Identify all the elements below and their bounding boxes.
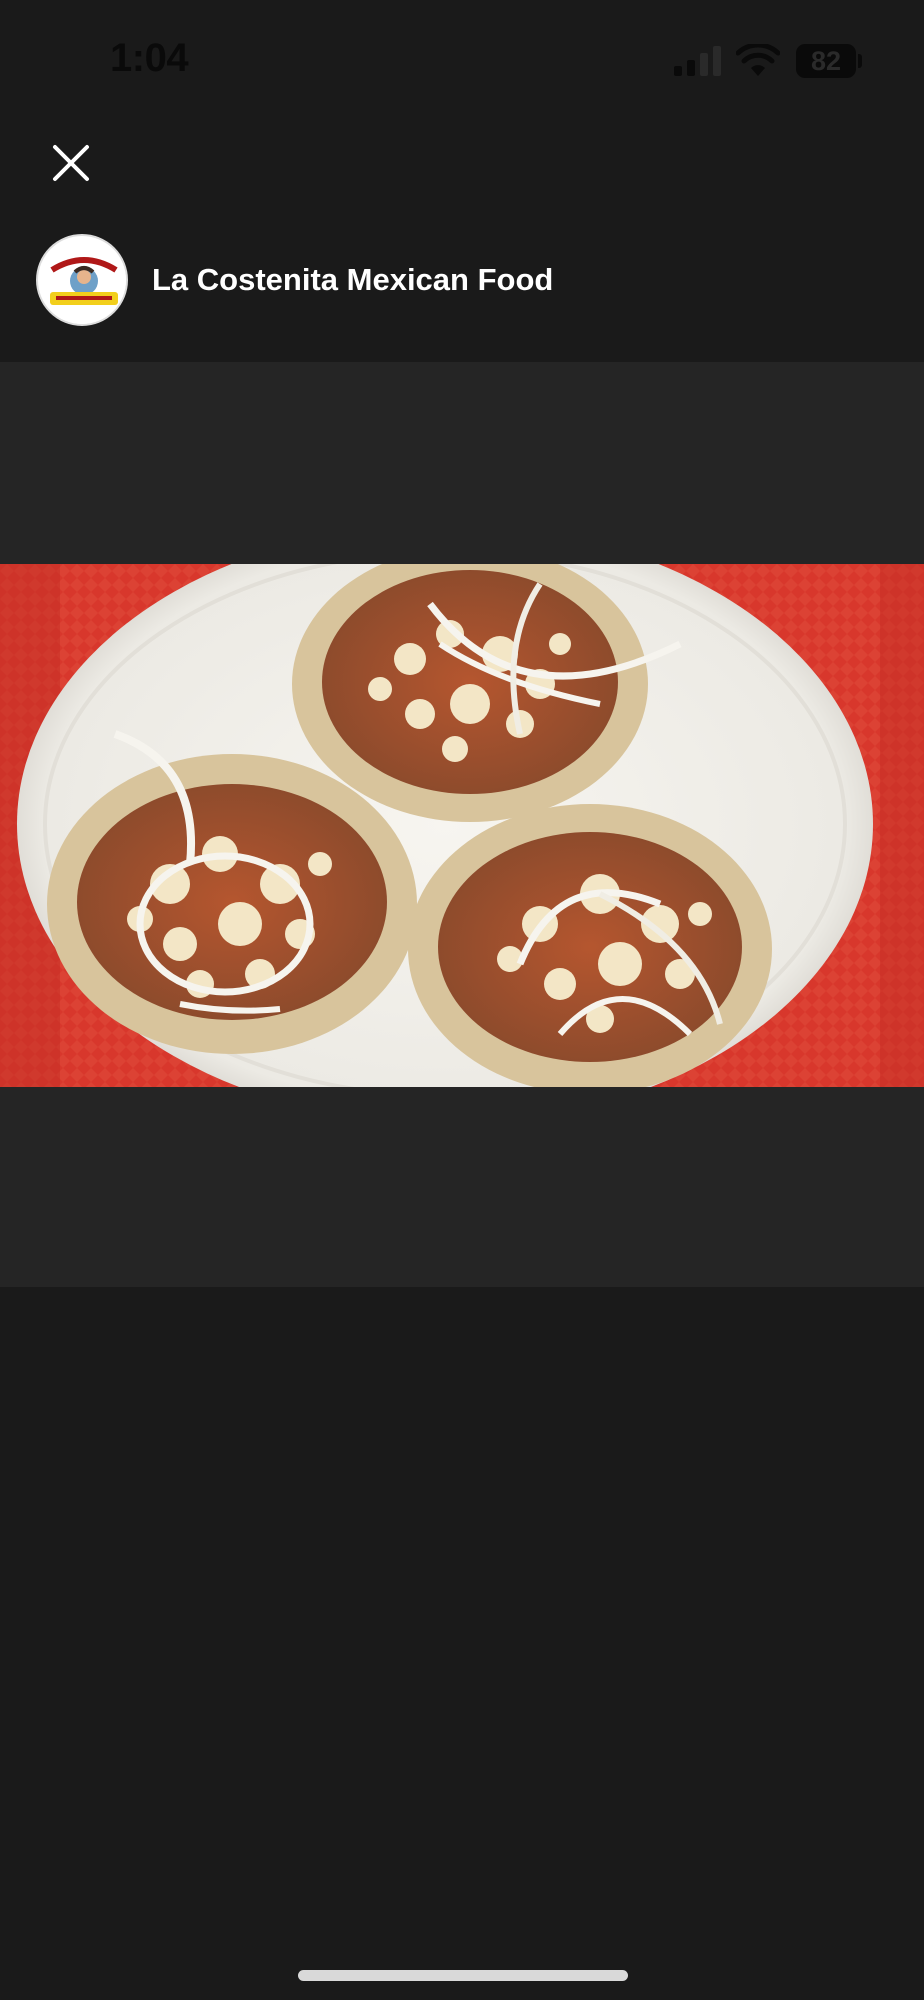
store-header[interactable]: La Costenita Mexican Food xyxy=(36,232,553,328)
food-photo[interactable] xyxy=(0,564,924,1087)
status-time: 1:04 xyxy=(110,36,189,80)
store-name[interactable]: La Costenita Mexican Food xyxy=(152,262,553,298)
store-logo-image xyxy=(40,238,126,324)
food-photo-illustration xyxy=(0,564,924,1087)
wifi-icon xyxy=(736,44,780,76)
photo-viewer-screen: 1:04 82 La Costenita Mexican Food xyxy=(0,0,924,2000)
battery-indicator: 82 xyxy=(796,44,856,78)
cellular-signal-icon xyxy=(674,46,721,76)
close-icon xyxy=(53,145,89,181)
home-indicator[interactable] xyxy=(298,1970,628,1981)
status-bar: 1:04 82 xyxy=(0,0,924,120)
close-button[interactable] xyxy=(40,132,102,194)
store-logo-avatar[interactable] xyxy=(36,234,128,326)
battery-cap xyxy=(858,54,862,68)
battery-level: 82 xyxy=(810,45,842,76)
photo-viewer[interactable] xyxy=(0,362,924,1287)
